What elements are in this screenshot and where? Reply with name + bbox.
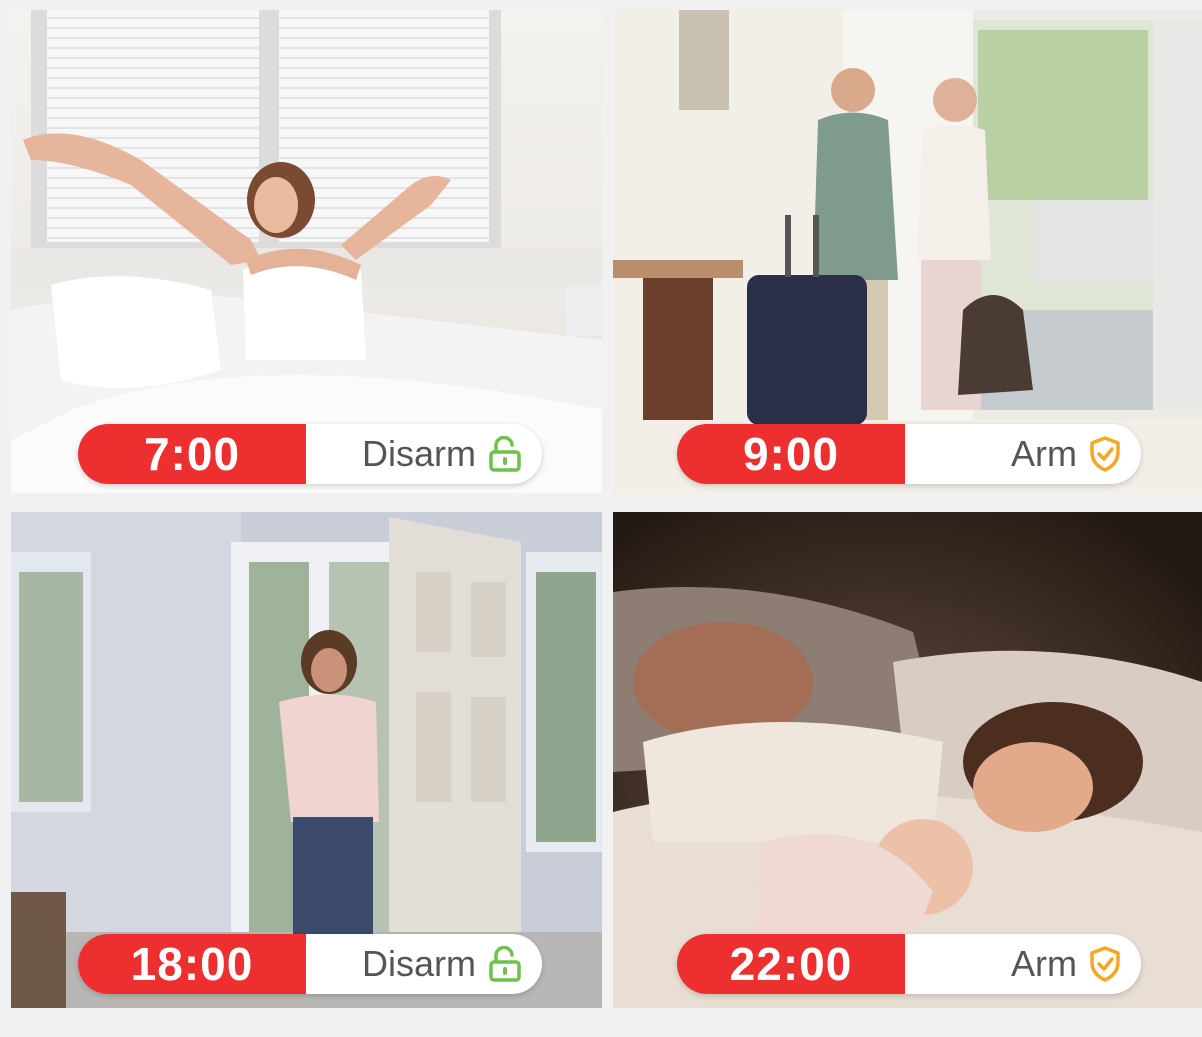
unlock-icon bbox=[489, 946, 521, 982]
mode-status: Disarm bbox=[306, 424, 542, 484]
panel-returning-home: 18:00 Disarm bbox=[11, 512, 602, 1008]
mode-label: Arm bbox=[1011, 943, 1077, 984]
schedule-pill: 22:00 Arm bbox=[677, 934, 1141, 994]
bedroom-morning-photo bbox=[11, 10, 602, 493]
mode-label: Disarm bbox=[362, 433, 476, 474]
mode-label: Disarm bbox=[362, 943, 476, 984]
shield-check-icon bbox=[1090, 436, 1120, 472]
panel-leaving-home: 9:00 Arm bbox=[613, 10, 1202, 493]
couple-leaving-photo bbox=[613, 10, 1202, 493]
mode-status: Arm bbox=[905, 424, 1141, 484]
schedule-pill: 18:00 Disarm bbox=[78, 934, 542, 994]
time-badge: 7:00 bbox=[78, 424, 306, 484]
mode-label: Arm bbox=[1011, 433, 1077, 474]
time-badge: 22:00 bbox=[677, 934, 905, 994]
panel-night-sleep: 22:00 Arm bbox=[613, 512, 1202, 1008]
schedule-pill: 9:00 Arm bbox=[677, 424, 1141, 484]
unlock-icon bbox=[489, 436, 521, 472]
time-badge: 18:00 bbox=[78, 934, 306, 994]
mode-status: Disarm bbox=[306, 934, 542, 994]
time-badge: 9:00 bbox=[677, 424, 905, 484]
shield-check-icon bbox=[1090, 946, 1120, 982]
mode-status: Arm bbox=[905, 934, 1141, 994]
panel-morning-wakeup: 7:00 Disarm bbox=[11, 10, 602, 493]
schedule-pill: 7:00 Disarm bbox=[78, 424, 542, 484]
